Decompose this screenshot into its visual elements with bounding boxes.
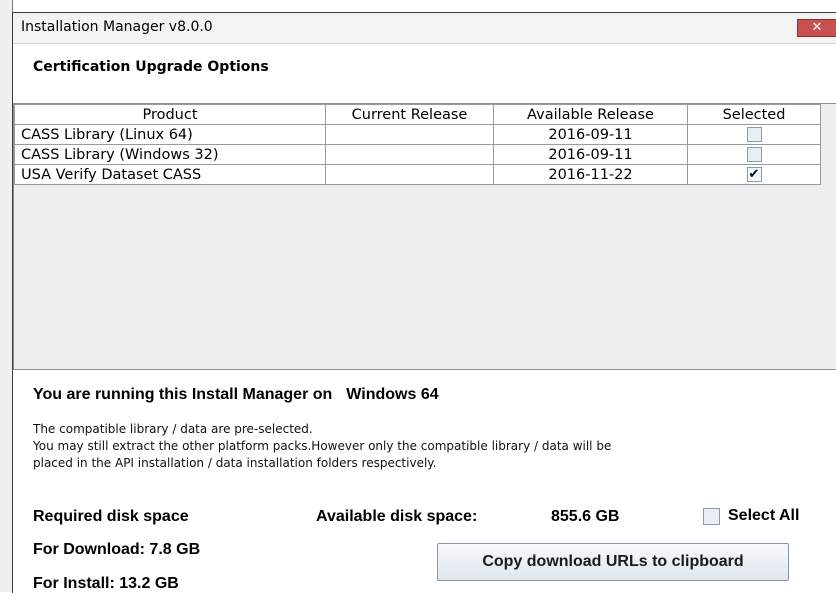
note-line: placed in the API installation / data in… bbox=[33, 456, 437, 470]
selected-cell: ✔ bbox=[687, 164, 821, 185]
product-cell: CASS Library (Linux 64) bbox=[14, 124, 326, 145]
installation-manager-dialog: Installation Manager v8.0.0 ✕ Certificat… bbox=[12, 12, 836, 593]
available-disk-space-value: 855.6 GB bbox=[551, 508, 620, 525]
row-checkbox[interactable] bbox=[746, 127, 762, 142]
available-release-cell: 2016-09-11 bbox=[493, 124, 688, 145]
column-header-available-release[interactable]: Available Release bbox=[493, 104, 688, 125]
available-disk-space-label: Available disk space: bbox=[316, 508, 478, 525]
note-line: You may still extract the other platform… bbox=[33, 439, 612, 453]
current-release-cell bbox=[325, 164, 494, 185]
selected-cell bbox=[687, 124, 821, 145]
selected-cell bbox=[687, 144, 821, 165]
checkmark-icon: ✔ bbox=[748, 167, 760, 182]
window-title: Installation Manager v8.0.0 bbox=[21, 19, 213, 35]
copy-download-urls-button[interactable]: Copy download URLs to clipboard bbox=[437, 543, 789, 581]
install-size-label: For Install: 13.2 GB bbox=[33, 575, 179, 592]
table-row[interactable]: CASS Library (Windows 32) 2016-09-11 bbox=[14, 144, 821, 165]
products-table-panel: Product Current Release Available Releas… bbox=[13, 103, 836, 370]
download-size-label: For Download: 7.8 GB bbox=[33, 541, 201, 558]
select-all-checkbox[interactable] bbox=[703, 507, 720, 525]
current-release-cell bbox=[325, 144, 494, 165]
row-checkbox-checked[interactable]: ✔ bbox=[746, 167, 762, 182]
close-button[interactable]: ✕ bbox=[797, 19, 836, 37]
close-icon: ✕ bbox=[811, 20, 823, 35]
running-prefix: You are running this Install Manager on bbox=[33, 386, 333, 403]
product-cell: CASS Library (Windows 32) bbox=[14, 144, 326, 165]
table-row[interactable]: USA Verify Dataset CASS 2016-11-22 ✔ bbox=[14, 164, 821, 185]
running-platform-line: You are running this Install Manager on W… bbox=[33, 386, 439, 404]
products-table: Product Current Release Available Releas… bbox=[14, 104, 821, 185]
available-release-cell: 2016-09-11 bbox=[493, 144, 688, 165]
title-bar: Installation Manager v8.0.0 ✕ bbox=[13, 13, 836, 44]
column-header-product[interactable]: Product bbox=[14, 104, 326, 125]
column-header-selected[interactable]: Selected bbox=[687, 104, 821, 125]
compatibility-note: The compatible library / data are pre-se… bbox=[33, 421, 611, 472]
product-cell: USA Verify Dataset CASS bbox=[14, 164, 326, 185]
note-line: The compatible library / data are pre-se… bbox=[33, 422, 313, 436]
table-row[interactable]: CASS Library (Linux 64) 2016-09-11 bbox=[14, 124, 821, 145]
available-release-cell: 2016-11-22 bbox=[493, 164, 688, 185]
column-header-current-release[interactable]: Current Release bbox=[325, 104, 494, 125]
running-os: Windows 64 bbox=[346, 386, 439, 403]
required-disk-space-label: Required disk space bbox=[33, 508, 189, 525]
current-release-cell bbox=[325, 124, 494, 145]
select-all-label[interactable]: Select All bbox=[728, 507, 799, 525]
table-header-row: Product Current Release Available Releas… bbox=[14, 104, 821, 125]
select-all-control[interactable]: Select All bbox=[703, 507, 799, 525]
row-checkbox[interactable] bbox=[746, 147, 762, 162]
section-heading: Certification Upgrade Options bbox=[33, 59, 269, 75]
